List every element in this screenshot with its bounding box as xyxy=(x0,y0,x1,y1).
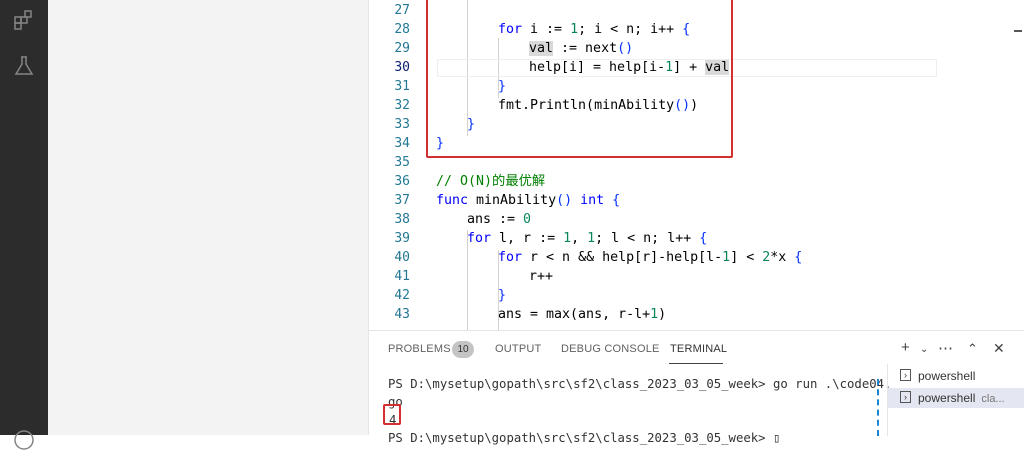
line-number: 41 xyxy=(394,269,410,284)
code-line[interactable]: 37 func minAbility() int { xyxy=(369,191,1024,210)
terminal-icon: › xyxy=(900,391,911,403)
line-number: 35 xyxy=(394,155,410,170)
account-icon[interactable] xyxy=(0,420,48,460)
line-number: 34 xyxy=(394,136,410,151)
line-number: 40 xyxy=(394,250,410,265)
code-line[interactable]: 38 ans := 0 xyxy=(369,210,1024,229)
code-text: ans := 0 xyxy=(467,212,532,227)
split-terminal-icon[interactable]: ⋯ xyxy=(938,339,953,357)
line-number: 36 xyxy=(394,174,410,189)
tab-debug-console[interactable]: DEBUG CONSOLE xyxy=(561,343,660,355)
code-text: for r < n && help[r]-help[l-1] < 2*x { xyxy=(498,250,803,265)
editor-scrollbar[interactable] xyxy=(1010,0,1024,330)
line-number: 31 xyxy=(394,79,410,94)
line-number: 43 xyxy=(394,307,410,322)
problems-count-badge: 10 xyxy=(452,341,474,358)
line-number: 38 xyxy=(394,212,410,227)
code-text: // O(N)的最优解 xyxy=(436,174,546,189)
close-icon[interactable]: ✕ xyxy=(993,340,1005,357)
code-text: ans = max(ans, r-l+1) xyxy=(498,307,667,322)
code-text: for l, r := 1, 1; l < n; l++ { xyxy=(467,231,708,246)
line-number: 42 xyxy=(394,288,410,303)
line-number: 37 xyxy=(394,193,410,208)
code-text: r++ xyxy=(529,269,554,284)
terminal-scroll-indicator xyxy=(877,379,881,436)
code-text: func minAbility() int { xyxy=(436,193,621,208)
line-number: 39 xyxy=(394,231,410,246)
tab-terminal[interactable]: TERMINAL xyxy=(670,343,727,355)
highlight-box-code xyxy=(426,0,733,158)
indent-guide xyxy=(498,250,499,330)
code-line[interactable]: 36 // O(N)的最优解 xyxy=(369,172,1024,191)
code-text: } xyxy=(498,288,507,303)
tab-output[interactable]: OUTPUT xyxy=(495,343,541,355)
active-tab-indicator xyxy=(669,363,723,364)
line-number: 29 xyxy=(394,41,410,56)
line-number: 28 xyxy=(394,22,410,37)
indent-guide xyxy=(467,230,468,330)
chevron-down-icon[interactable]: ⌄ xyxy=(920,344,928,355)
tab-problems[interactable]: PROBLEMS xyxy=(388,343,451,355)
terminal-list-item-active[interactable]: › powershell cla... xyxy=(888,388,1024,408)
add-terminal-icon[interactable]: + xyxy=(901,339,910,356)
terminal-list-item[interactable]: › powershell xyxy=(888,366,1024,386)
extensions-icon[interactable] xyxy=(0,0,48,40)
terminal-icon: › xyxy=(900,369,911,381)
line-number: 27 xyxy=(394,3,410,18)
chevron-up-icon[interactable]: ⌃ xyxy=(967,341,978,357)
highlight-box-output xyxy=(383,404,401,425)
testing-icon[interactable] xyxy=(0,46,48,86)
line-number: 30 xyxy=(394,60,410,75)
activity-bar xyxy=(0,0,48,450)
line-number: 32 xyxy=(394,98,410,113)
terminal-prompt[interactable]: PS D:\mysetup\gopath\src\sf2\class_2023_… xyxy=(388,429,780,447)
terminal-line: PS D:\mysetup\gopath\src\sf2\class_2023_… xyxy=(388,377,892,391)
line-number: 33 xyxy=(394,117,410,132)
sidebar xyxy=(48,0,369,435)
